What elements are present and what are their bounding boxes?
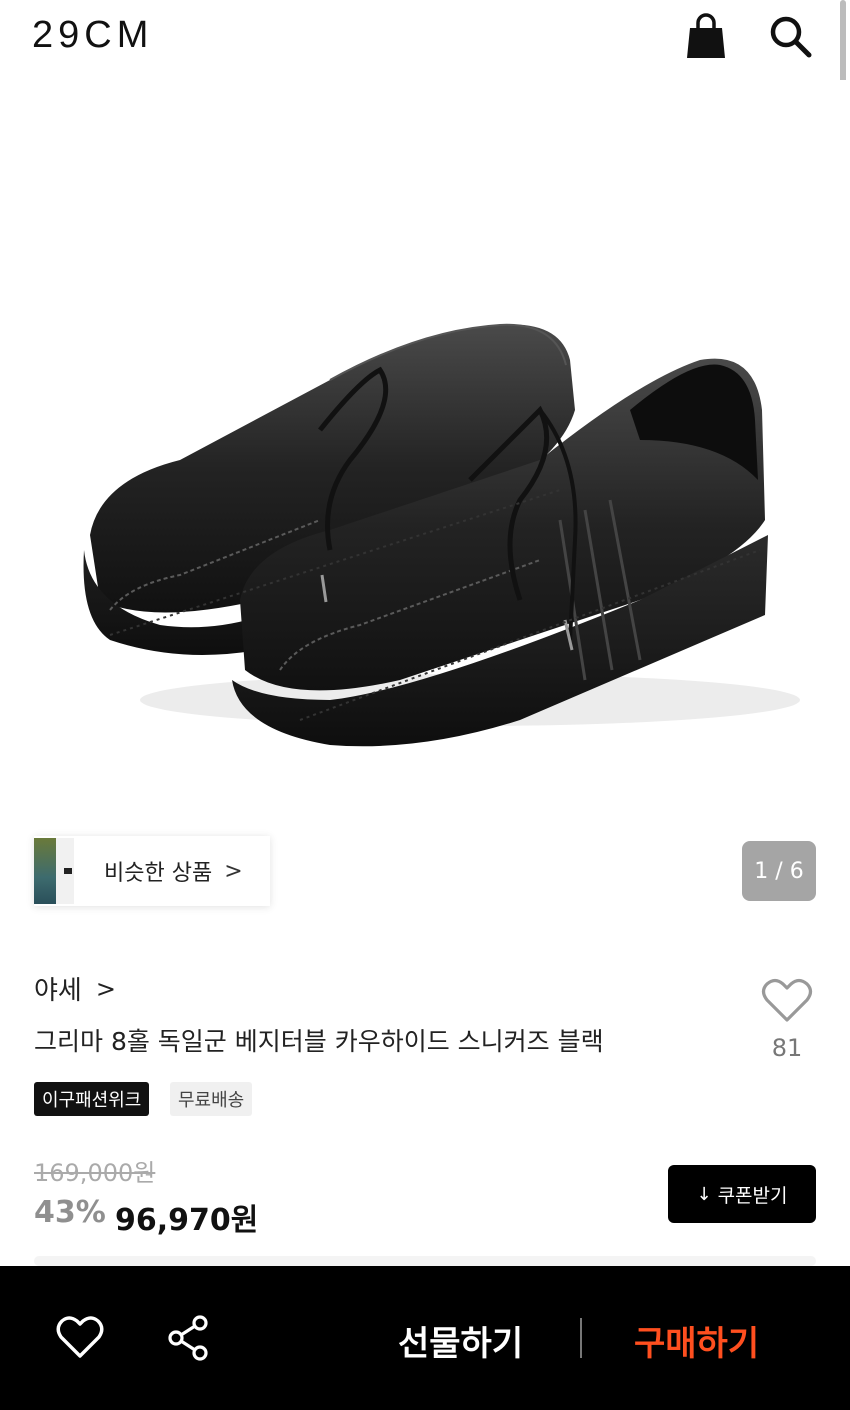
buy-button[interactable]: 구매하기 bbox=[634, 1316, 759, 1365]
original-price: 169,000원 bbox=[34, 1159, 156, 1187]
gift-button[interactable]: 선물하기 bbox=[398, 1316, 523, 1365]
heart-icon bbox=[761, 978, 813, 1022]
brand-name: 야세 bbox=[34, 976, 82, 1006]
event-badge: 이구패션위크 bbox=[34, 1082, 150, 1116]
like-button[interactable]: 81 bbox=[758, 978, 816, 1062]
logo[interactable]: 29CM bbox=[32, 14, 153, 57]
coupon-button[interactable]: ↓ 쿠폰받기 bbox=[668, 1165, 816, 1223]
search-icon[interactable] bbox=[766, 12, 814, 60]
product-title: 그리마 8홀 독일군 베지터블 카우하이드 스니커즈 블랙 bbox=[34, 1027, 604, 1056]
section-divider bbox=[34, 1256, 816, 1266]
header: 29CM bbox=[0, 0, 850, 80]
sale-price: 96,970원 bbox=[115, 1203, 259, 1238]
chevron-right-icon: > bbox=[95, 974, 116, 1003]
product-image[interactable] bbox=[0, 80, 850, 820]
heart-icon bbox=[56, 1316, 104, 1358]
wishlist-button[interactable] bbox=[56, 1316, 104, 1360]
coupon-label: 쿠폰받기 bbox=[717, 1184, 788, 1207]
chevron-right-icon: > bbox=[224, 858, 243, 884]
like-count: 81 bbox=[771, 1034, 803, 1062]
shopping-bag-icon[interactable] bbox=[684, 12, 728, 60]
similar-product-thumbnail bbox=[34, 838, 74, 904]
similar-products-button[interactable]: 비슷한 상품 > bbox=[34, 836, 270, 906]
bar-divider bbox=[580, 1318, 582, 1358]
image-page-indicator: 1 / 6 bbox=[742, 841, 816, 901]
share-icon bbox=[168, 1315, 208, 1361]
brand-link[interactable]: 야세 > bbox=[34, 970, 116, 1007]
download-icon: ↓ bbox=[696, 1183, 712, 1205]
discount-rate: 43% bbox=[34, 1195, 106, 1230]
free-shipping-badge: 무료배송 bbox=[170, 1082, 253, 1116]
similar-products-label: 비슷한 상품 bbox=[104, 861, 213, 886]
share-button[interactable] bbox=[166, 1314, 212, 1362]
